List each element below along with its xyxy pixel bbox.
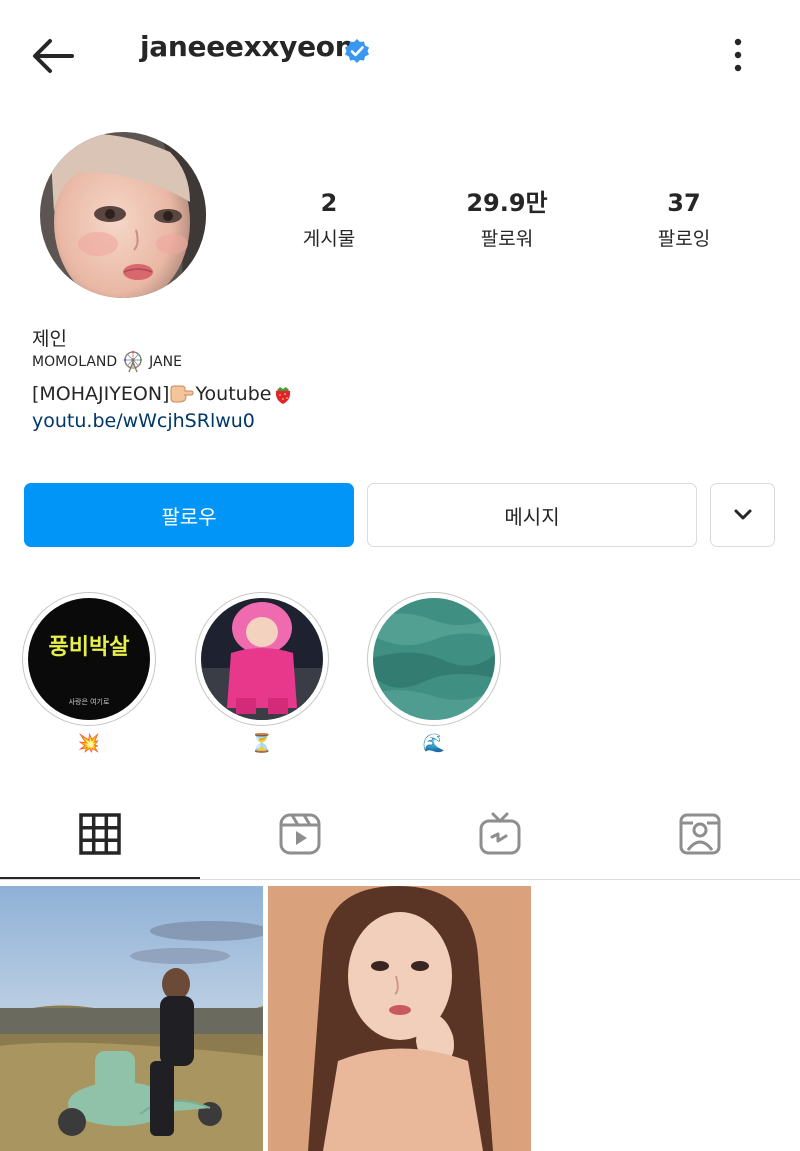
more-options-icon[interactable] (722, 34, 754, 78)
category-text-left: MOMOLAND (32, 354, 118, 370)
pointing-hand-icon (170, 385, 194, 403)
reels-tab-icon[interactable] (278, 812, 322, 856)
followers-count-label: 팔로워 (480, 228, 534, 250)
chevron-down-icon (734, 509, 751, 520)
bio-text-youtube: Youtube (195, 383, 272, 405)
bio-link[interactable]: youtu.be/wWcjhSRlwu0 (32, 410, 255, 432)
highlight-label-2: ⏳ (250, 733, 274, 754)
posts-count[interactable]: 2 게시물 (249, 188, 409, 251)
profile-category: MOMOLAND JANE (32, 350, 182, 374)
profile-display-name: 제인 (32, 328, 67, 350)
strawberry-icon (276, 387, 291, 404)
highlight-cover-2 (201, 598, 323, 720)
tagged-tab-icon[interactable] (678, 812, 722, 856)
highlight-label-3: 🌊 (422, 733, 446, 754)
highlight-cover-title: 풍비박살 (49, 635, 130, 660)
message-button[interactable]: 메시지 (367, 483, 697, 547)
following-count-label: 팔로잉 (657, 228, 711, 250)
back-arrow-icon[interactable] (28, 30, 80, 82)
highlight-cover-1: 풍비박살 사랑은 여기로 (28, 598, 150, 720)
bio-text-mohajiyeon: [MOHAJIYEON] (32, 383, 170, 405)
story-highlight-2[interactable] (195, 592, 329, 726)
posts-count-value: 2 (320, 189, 338, 217)
profile-avatar[interactable] (40, 132, 206, 298)
posts-count-label: 게시물 (302, 228, 356, 250)
story-highlight-1[interactable]: 풍비박살 사랑은 여기로 (22, 592, 156, 726)
followers-count-value: 29.9만 (466, 189, 548, 217)
category-text-right: JANE (149, 354, 182, 370)
posts-grid-tab-icon[interactable] (78, 812, 122, 856)
bio-line: [MOHAJIYEON] Youtube (32, 382, 295, 406)
tab-divider (0, 879, 800, 880)
igtv-tab-icon[interactable] (478, 812, 522, 856)
profile-username: janeeexxyeon (140, 30, 355, 63)
verified-badge-icon (345, 39, 369, 63)
highlight-label-1: 💥 (77, 733, 101, 754)
follow-button[interactable]: 팔로우 (24, 483, 354, 547)
highlight-cover-3 (373, 598, 495, 720)
followers-count[interactable]: 29.9만 팔로워 (427, 188, 587, 251)
suggested-accounts-button[interactable] (710, 483, 775, 547)
story-highlight-3[interactable] (367, 592, 501, 726)
following-count-value: 37 (667, 189, 701, 217)
post-thumbnail-1[interactable] (0, 886, 263, 1151)
ferris-wheel-icon (123, 350, 143, 373)
post-thumbnail-2[interactable] (268, 886, 531, 1151)
highlight-cover-subtitle: 사랑은 여기로 (69, 697, 110, 706)
following-count[interactable]: 37 팔로잉 (604, 188, 764, 251)
